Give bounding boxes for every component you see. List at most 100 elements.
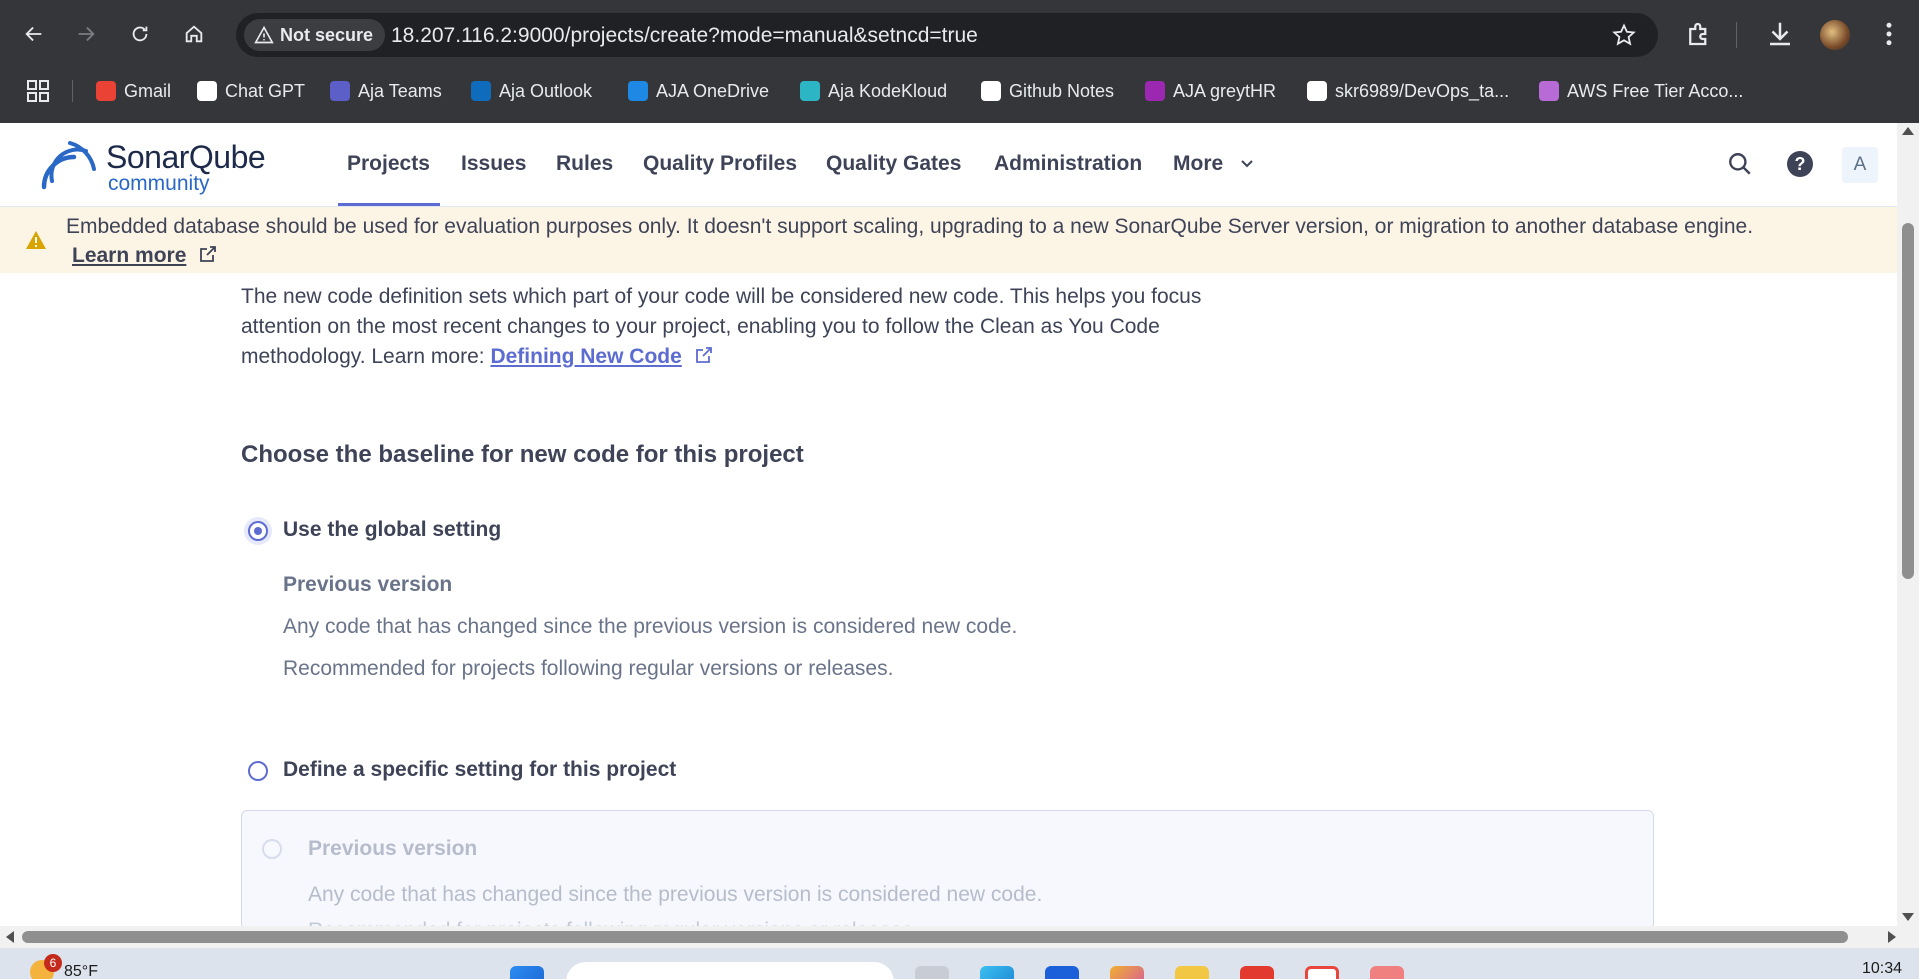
- bookmark-label: Aja Teams: [358, 80, 442, 101]
- taskbar-clock[interactable]: 10:34: [1862, 960, 1902, 978]
- toolbar-divider: [1736, 22, 1737, 48]
- bookmark-item[interactable]: Aja KodeKloud: [800, 78, 947, 104]
- bookmark-star-icon[interactable]: [1612, 23, 1636, 47]
- bookmark-item[interactable]: AJA greytHR: [1145, 78, 1276, 104]
- copilot-icon[interactable]: [1045, 966, 1079, 979]
- defining-new-code-link[interactable]: Defining New Code: [490, 345, 681, 368]
- bookmark-item[interactable]: Aja Outlook: [471, 78, 592, 104]
- extensions-button[interactable]: [1684, 19, 1714, 49]
- file-explorer-icon[interactable]: [1175, 966, 1209, 979]
- nav-projects[interactable]: Projects: [347, 152, 430, 176]
- forward-button[interactable]: [66, 14, 106, 54]
- bookmark-item[interactable]: skr6989/DevOps_ta...: [1307, 78, 1509, 104]
- nav-quality-gates[interactable]: Quality Gates: [826, 152, 961, 176]
- warning-triangle-icon: [254, 25, 274, 44]
- github-icon: [1307, 81, 1327, 101]
- description-text: The new code definition sets which part …: [241, 285, 1202, 368]
- user-avatar[interactable]: A: [1842, 147, 1878, 183]
- global-setting-radio[interactable]: [248, 521, 268, 541]
- bookmark-label: Github Notes: [1009, 80, 1115, 101]
- horizontal-scrollbar[interactable]: [0, 926, 1919, 948]
- temperature: 85°F: [64, 963, 98, 979]
- chevron-down-icon: [1241, 160, 1253, 168]
- home-button[interactable]: [174, 14, 214, 54]
- global-setting-label[interactable]: Use the global setting: [283, 518, 501, 542]
- scroll-down-arrow[interactable]: [1902, 913, 1914, 921]
- bookmark-item[interactable]: Aja Teams: [330, 78, 442, 104]
- scroll-right-arrow[interactable]: [1888, 931, 1896, 943]
- card-title: Previous version: [308, 837, 478, 860]
- bookmark-label: AWS Free Tier Acco...: [1567, 80, 1744, 101]
- downloads-button[interactable]: [1765, 19, 1795, 49]
- notification-badge: 6: [44, 954, 62, 972]
- help-button[interactable]: ?: [1785, 149, 1815, 179]
- photos-icon[interactable]: [1110, 966, 1144, 979]
- nav-more-label: More: [1173, 152, 1224, 175]
- url-text[interactable]: 18.207.116.2:9000/projects/create?mode=m…: [391, 24, 978, 48]
- apps-button[interactable]: [26, 78, 50, 104]
- taskbar-search[interactable]: [566, 962, 894, 979]
- weather-widget[interactable]: 6 85°F: [30, 954, 98, 979]
- nav-issues[interactable]: Issues: [461, 152, 526, 176]
- bookmark-label: skr6989/DevOps_ta...: [1335, 80, 1510, 101]
- external-link-icon: [200, 246, 217, 262]
- reload-icon: [132, 26, 148, 42]
- chatgpt-icon: [197, 81, 217, 101]
- defining-new-code-label: Defining New Code: [490, 345, 682, 368]
- bookmark-label: Chat GPT: [225, 80, 306, 101]
- warning-banner: Embedded database should be used for eva…: [0, 207, 1897, 273]
- horizontal-scroll-thumb[interactable]: [22, 931, 1848, 943]
- warning-icon: [26, 231, 46, 249]
- sonarqube-logo[interactable]: SonarQube community: [40, 137, 280, 195]
- github-icon: [981, 81, 1001, 101]
- reload-button[interactable]: [120, 14, 160, 54]
- edge-icon[interactable]: [980, 966, 1014, 979]
- security-label: Not secure: [280, 24, 374, 45]
- nav-more[interactable]: More: [1173, 152, 1255, 176]
- global-setting-description: Any code that has changed since the prev…: [283, 615, 1018, 638]
- vertical-scrollbar[interactable]: [1897, 123, 1919, 926]
- back-button[interactable]: [14, 14, 54, 54]
- browser-chrome: Not secure 18.207.116.2:9000/projects/cr…: [0, 0, 1919, 123]
- vertical-scroll-thumb[interactable]: [1902, 223, 1914, 579]
- address-bar[interactable]: Not secure 18.207.116.2:9000/projects/cr…: [236, 13, 1658, 57]
- nav-rules[interactable]: Rules: [556, 152, 613, 176]
- bookmarks-separator: [72, 80, 73, 102]
- bookmark-item[interactable]: Chat GPT: [197, 78, 305, 104]
- bookmark-item[interactable]: Gmail: [96, 78, 171, 104]
- specific-setting-radio[interactable]: [248, 761, 268, 781]
- banner-message: Embedded database should be used for eva…: [66, 212, 1886, 270]
- search-button[interactable]: [1725, 149, 1755, 179]
- forward-arrow-icon: [78, 26, 95, 42]
- active-nav-indicator: [338, 203, 440, 206]
- browser-menu-button[interactable]: [1874, 19, 1904, 49]
- scroll-left-arrow[interactable]: [6, 931, 14, 943]
- gmail-icon: [96, 81, 116, 101]
- start-button[interactable]: [510, 966, 544, 979]
- scroll-up-arrow[interactable]: [1902, 127, 1914, 135]
- learn-more-label: Learn more: [72, 244, 187, 267]
- card-description: Any code that has changed since the prev…: [308, 883, 1043, 906]
- bookmark-item[interactable]: Github Notes: [981, 78, 1114, 104]
- onedrive-icon: [628, 81, 648, 101]
- previous-version-card[interactable]: Previous version Any code that has chang…: [241, 810, 1654, 942]
- kodekloud-icon: [800, 81, 820, 101]
- site-security-chip[interactable]: Not secure: [244, 19, 386, 51]
- bookmark-item[interactable]: AWS Free Tier Acco...: [1539, 78, 1743, 104]
- app-header: SonarQube community Projects Issues Rule…: [0, 123, 1897, 207]
- office-icon[interactable]: [1240, 966, 1274, 979]
- paint-icon[interactable]: [1370, 966, 1404, 979]
- specific-setting-label[interactable]: Define a specific setting for this proje…: [283, 758, 676, 782]
- learn-more-link[interactable]: Learn more: [72, 244, 186, 267]
- chrome-icon[interactable]: [1305, 966, 1339, 979]
- task-view-icon[interactable]: [915, 966, 949, 979]
- search-icon: [1729, 153, 1751, 175]
- profile-avatar[interactable]: [1820, 20, 1850, 50]
- puzzle-icon: [1689, 22, 1707, 46]
- nav-administration[interactable]: Administration: [994, 152, 1142, 176]
- apps-grid-icon: [27, 80, 49, 102]
- nav-quality-profiles[interactable]: Quality Profiles: [643, 152, 797, 176]
- bookmark-label: Gmail: [124, 80, 172, 101]
- bookmark-item[interactable]: AJA OneDrive: [628, 78, 769, 104]
- previous-version-radio[interactable]: [262, 839, 282, 859]
